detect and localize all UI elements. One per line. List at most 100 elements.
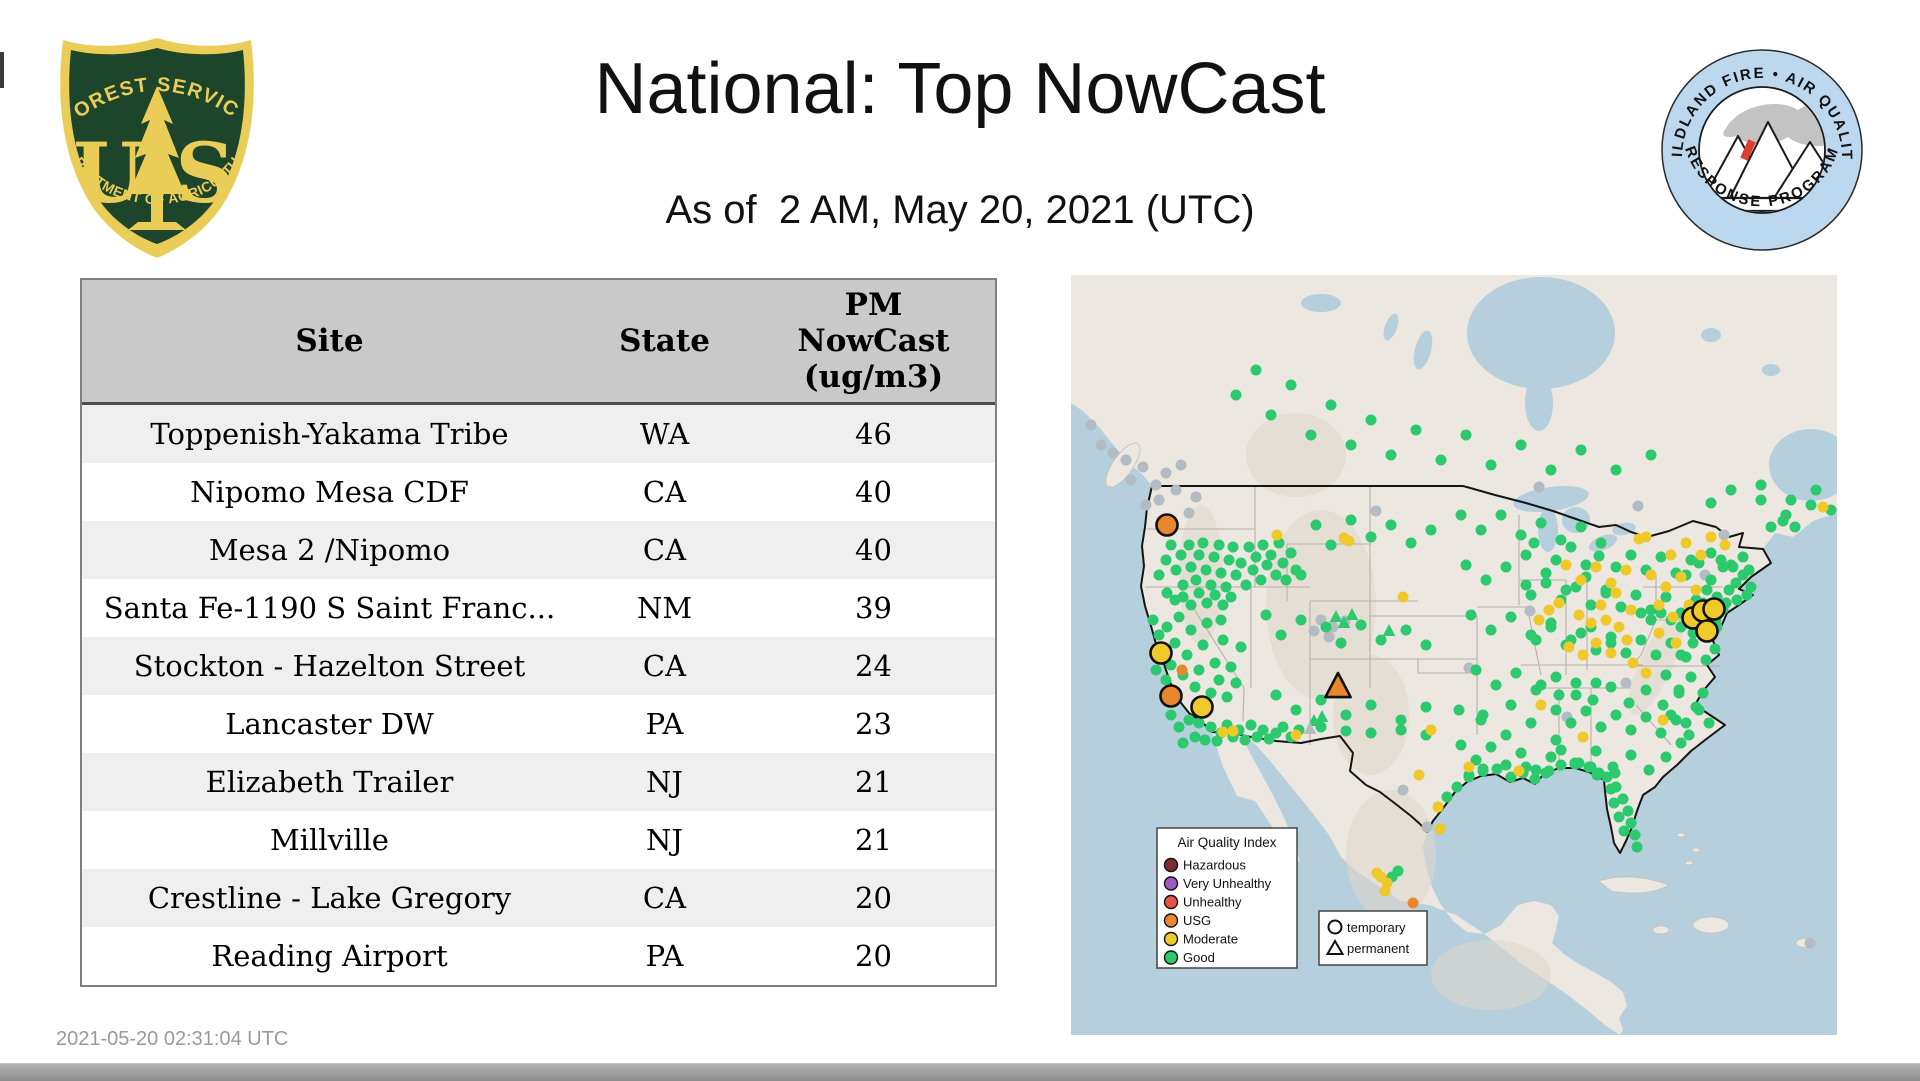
state-cell: CA: [642, 881, 687, 915]
table-row: Elizabeth Trailer NJ 21: [82, 753, 995, 811]
site-dot-good: [1645, 449, 1657, 461]
pm-nowcast-cell: 21: [855, 823, 892, 857]
site-dot-good: [1645, 614, 1657, 626]
site-dot-nodata: [1804, 937, 1816, 949]
site-dot-nodata: [1323, 631, 1335, 643]
site-dot-good: [1285, 379, 1297, 391]
site-dot-good: [1257, 539, 1269, 551]
site-dot-good: [1410, 424, 1422, 436]
site-dot-nodata: [1397, 784, 1409, 796]
site-dot-good: [1305, 429, 1317, 441]
site-dot-good: [1625, 724, 1637, 736]
site-dot-moderate: [1434, 823, 1446, 835]
site-dot-good: [1325, 539, 1337, 551]
site-dot-good: [1340, 725, 1352, 737]
site-cell: Toppenish-Yakama Tribe: [150, 417, 509, 451]
site-dot-moderate: [1577, 649, 1589, 661]
site-dot-moderate: [1645, 569, 1657, 581]
wfaqrp-logo-graphic: WILDLAND FIRE • AIR QUALITY RESPONSE PRO…: [1640, 23, 1863, 251]
top-site-marker-usg: [1155, 513, 1179, 537]
site-dot-good: [1235, 557, 1247, 569]
site-dot-good: [1700, 654, 1712, 666]
site-dot-good: [1640, 711, 1652, 723]
site-dot-good: [1703, 717, 1715, 729]
aqi-map: Air Quality Index Hazardous Very Unhealth…: [1071, 275, 1853, 1035]
site-dot-good: [1515, 747, 1527, 759]
site-dot-good: [1585, 599, 1597, 611]
site-dot-good: [1510, 667, 1522, 679]
site-dot-good: [1213, 674, 1225, 686]
site-dot-moderate: [1553, 597, 1565, 609]
site-dot-good: [1685, 671, 1697, 683]
site-dot-good: [1183, 539, 1195, 551]
site-dot-good: [1223, 554, 1235, 566]
top-site-marker-moderate: [1695, 619, 1719, 643]
site-dot-good: [1495, 509, 1507, 521]
site-dot-good: [1189, 681, 1201, 693]
site-dot-nodata: [1120, 454, 1132, 466]
site-dot-good: [1580, 559, 1592, 571]
site-dot-good: [1610, 709, 1622, 721]
site-dot-good: [1810, 484, 1822, 496]
site-dot-good: [1205, 721, 1217, 733]
site-dot-good: [1153, 569, 1165, 581]
site-dot-good: [1185, 561, 1197, 573]
site-dot-good: [1160, 674, 1172, 686]
site-dot-good: [1177, 737, 1189, 749]
site-dot-good: [1505, 699, 1517, 711]
site-dot-moderate: [1705, 531, 1717, 543]
state-cell: CA: [642, 649, 687, 683]
site-dot-good: [1209, 589, 1221, 601]
site-dot-good: [1185, 599, 1197, 611]
site-dot-good: [1595, 721, 1607, 733]
site-dot-good: [1215, 567, 1227, 579]
site-dot-good: [1250, 364, 1262, 376]
legend-label: Hazardous: [1183, 858, 1246, 873]
site-dot-good: [1500, 729, 1512, 741]
site-dot-good: [1635, 634, 1647, 646]
site-dot-moderate: [1627, 657, 1639, 669]
site-dot-nodata: [1137, 461, 1149, 473]
site-dot-good: [1705, 497, 1717, 509]
site-dot-good: [1675, 649, 1687, 661]
site-dot-good: [1201, 617, 1213, 629]
pm-nowcast-cell: 46: [855, 417, 892, 451]
site-dot-good: [1240, 579, 1252, 591]
site-dot-good: [1610, 464, 1622, 476]
aqi-legend-title: Air Quality Index: [1177, 835, 1276, 850]
site-dot-good: [1675, 737, 1687, 749]
site-dot-good: [1465, 609, 1477, 621]
site-cell: Nipomo Mesa CDF: [190, 475, 469, 509]
site-dot-good: [1170, 564, 1182, 576]
site-dot-nodata: [1140, 499, 1152, 511]
site-dot-good: [1591, 769, 1603, 781]
site-dot-good: [1200, 564, 1212, 576]
table-row: Toppenish-Yakama Tribe WA 46: [82, 405, 995, 463]
site-dot-moderate: [1543, 604, 1555, 616]
site-dot-good: [1201, 597, 1213, 609]
table-row: Santa Fe-1190 S Saint Franc... NM 39: [82, 579, 995, 637]
site-dot-good: [1185, 624, 1197, 636]
site-dot-good: [1239, 734, 1251, 746]
site-dot-good: [1625, 549, 1637, 561]
site-dot-nodata: [1175, 459, 1187, 471]
site-dot-good: [1657, 699, 1669, 711]
site-dot-good: [1570, 689, 1582, 701]
site-dot-good: [1528, 537, 1540, 549]
site-dot-moderate: [1675, 571, 1687, 583]
site-dot-good: [1550, 671, 1562, 683]
site-dot-good: [1737, 551, 1749, 563]
legend-swatch-icon: [1163, 950, 1179, 965]
site-dot-nodata: [1421, 821, 1433, 833]
site-dot-moderate: [1513, 765, 1525, 777]
site-dot-moderate: [1695, 549, 1707, 561]
site-dot-good: [1595, 537, 1607, 549]
site-dot-good: [1345, 514, 1357, 526]
legend-label: Very Unhealthy: [1183, 876, 1272, 891]
site-dot-good: [1587, 694, 1599, 706]
site-dot-nodata: [1183, 507, 1195, 519]
site-dot-good: [1477, 709, 1489, 721]
column-header-state: State: [619, 323, 710, 359]
site-cell: Reading Airport: [211, 939, 448, 973]
site-dot-good: [1575, 521, 1587, 533]
